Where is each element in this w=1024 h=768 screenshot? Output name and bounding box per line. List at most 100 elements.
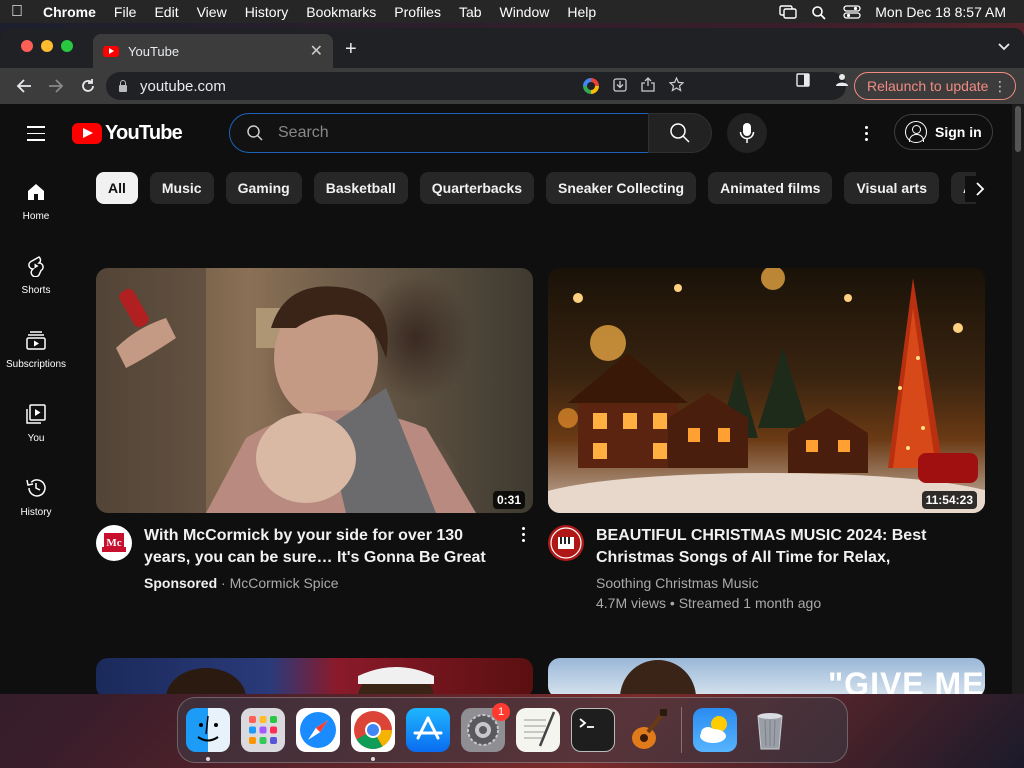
menu-window[interactable]: Window: [491, 4, 559, 20]
mccormick-logo-icon: Mc: [102, 533, 126, 552]
chip-sneaker-collecting[interactable]: Sneaker Collecting: [546, 172, 697, 204]
sidebar-item-you[interactable]: You: [0, 396, 72, 470]
search-icon: [670, 123, 690, 143]
sidebar-label: History: [20, 507, 52, 518]
app-store-icon[interactable]: [406, 708, 450, 752]
menu-view[interactable]: View: [188, 4, 236, 20]
search-input[interactable]: [278, 124, 618, 142]
chip-animated-films[interactable]: Animated films: [708, 172, 833, 204]
bookmark-star-icon[interactable]: [668, 76, 685, 95]
tab-youtube[interactable]: YouTube ✕: [93, 34, 333, 68]
tab-search-chevron-icon[interactable]: [998, 40, 1010, 54]
lock-icon[interactable]: [118, 80, 128, 92]
piano-logo-icon: [550, 527, 582, 559]
garageband-icon[interactable]: [626, 708, 670, 752]
scrollbar-thumb[interactable]: [1015, 106, 1021, 152]
new-tab-icon[interactable]: +: [345, 38, 357, 61]
sidebar-item-subscriptions[interactable]: Subscriptions: [0, 322, 72, 396]
install-app-icon[interactable]: [613, 77, 627, 95]
youtube-logo[interactable]: YouTube: [72, 122, 183, 145]
video-thumbnail[interactable]: 0:31: [96, 268, 533, 513]
forward-arrow-icon[interactable]: [40, 72, 72, 100]
video-channel-line: Sponsored · McCormick Spice: [144, 575, 339, 591]
video-stats: 4.7M views • Streamed 1 month ago: [596, 595, 822, 611]
close-window-button[interactable]: [21, 40, 33, 52]
sidebar-item-shorts[interactable]: Shorts: [0, 248, 72, 322]
menu-help[interactable]: Help: [558, 4, 605, 20]
reload-icon[interactable]: [72, 72, 104, 100]
settings-more-icon[interactable]: [856, 121, 876, 145]
system-settings-icon[interactable]: 1: [461, 703, 510, 752]
account-circle-icon: [905, 121, 927, 143]
thumbnail-text: "GIVE ME: [828, 666, 985, 694]
thumbnail-illustration: [548, 268, 985, 513]
sign-in-button[interactable]: Sign in: [894, 114, 993, 150]
chip-gaming[interactable]: Gaming: [225, 172, 302, 204]
menu-file[interactable]: File: [105, 4, 146, 20]
video-card[interactable]: 0:31 Mc With McCormick by your side for …: [96, 268, 533, 593]
channel-avatar[interactable]: [548, 525, 584, 561]
launchpad-icon[interactable]: [241, 708, 285, 752]
menu-history[interactable]: History: [236, 4, 298, 20]
video-thumbnail[interactable]: "GIVE ME: [548, 658, 985, 694]
share-icon[interactable]: [641, 77, 655, 95]
video-thumbnail[interactable]: 11:54:23: [548, 268, 985, 513]
voice-search-button[interactable]: [727, 113, 767, 153]
video-card[interactable]: 11:54:23 BEAUTIFUL CHRISTMAS MUSIC 2024:…: [548, 268, 985, 613]
menu-tab[interactable]: Tab: [450, 4, 491, 20]
chip-quarterbacks[interactable]: Quarterbacks: [419, 172, 535, 204]
channel-avatar[interactable]: Mc: [96, 525, 132, 561]
chip-scroll-right-icon[interactable]: [965, 176, 995, 202]
video-title[interactable]: BEAUTIFUL CHRISTMAS MUSIC 2024: Best Chr…: [596, 525, 956, 569]
relaunch-to-update-button[interactable]: Relaunch to update ⋮: [854, 72, 1016, 100]
safari-icon[interactable]: [296, 708, 340, 752]
browser-toolbar: youtube.com Relaunch to update ⋮: [0, 68, 1024, 104]
video-thumbnail[interactable]: [96, 658, 533, 694]
menu-profiles[interactable]: Profiles: [385, 4, 450, 20]
menu-edit[interactable]: Edit: [145, 4, 187, 20]
chrome-menu-icon[interactable]: ⋮: [993, 78, 1007, 95]
dock: 1: [177, 697, 848, 763]
minimize-window-button[interactable]: [41, 40, 53, 52]
chip-all[interactable]: All: [96, 172, 138, 204]
chip-visual-arts[interactable]: Visual arts: [844, 172, 939, 204]
chrome-window: YouTube ✕ + youtube.com Relaunch to upda…: [0, 28, 1024, 694]
google-lens-icon[interactable]: [583, 78, 599, 94]
screen-mirroring-icon[interactable]: [779, 4, 797, 19]
menu-app-name[interactable]: Chrome: [34, 4, 105, 20]
search-box[interactable]: [229, 113, 649, 153]
control-center-icon[interactable]: [843, 4, 861, 19]
side-panel-icon[interactable]: [796, 73, 810, 92]
video-title[interactable]: With McCormick by your side for over 130…: [144, 525, 504, 569]
menu-clock[interactable]: Mon Dec 18 8:57 AM: [875, 4, 1006, 20]
zoom-window-button[interactable]: [61, 40, 73, 52]
sidebar-item-history[interactable]: History: [0, 470, 72, 544]
dock-separator: [681, 707, 682, 753]
profile-icon[interactable]: [834, 72, 850, 93]
apple-icon[interactable]: : [0, 3, 34, 21]
trash-icon[interactable]: [748, 708, 792, 752]
sponsored-label: Sponsored: [144, 575, 218, 591]
finder-icon[interactable]: [186, 708, 230, 761]
chrome-running-indicator: [371, 757, 375, 761]
weather-icon[interactable]: [693, 708, 737, 752]
chrome-icon[interactable]: [351, 708, 395, 761]
guide-menu-icon[interactable]: [27, 126, 45, 141]
textedit-icon[interactable]: [516, 708, 560, 752]
video-more-icon[interactable]: [519, 527, 527, 542]
close-tab-icon[interactable]: ✕: [310, 41, 323, 61]
menu-bookmarks[interactable]: Bookmarks: [297, 4, 385, 20]
chip-music[interactable]: Music: [149, 172, 214, 204]
channel-name[interactable]: McCormick Spice: [230, 575, 339, 591]
search-button[interactable]: [648, 113, 712, 153]
channel-name[interactable]: Soothing Christmas Music: [596, 573, 956, 593]
sidebar-item-home[interactable]: Home: [0, 174, 72, 248]
chip-basketball[interactable]: Basketball: [313, 172, 408, 204]
home-icon: [24, 180, 48, 204]
address-bar[interactable]: youtube.com: [106, 72, 846, 100]
page-scrollbar[interactable]: [1012, 104, 1024, 694]
terminal-icon[interactable]: [571, 708, 615, 752]
spotlight-search-icon[interactable]: [811, 5, 829, 20]
back-arrow-icon[interactable]: [8, 72, 40, 100]
youtube-page: YouTube Sign in Home: [0, 104, 1012, 694]
